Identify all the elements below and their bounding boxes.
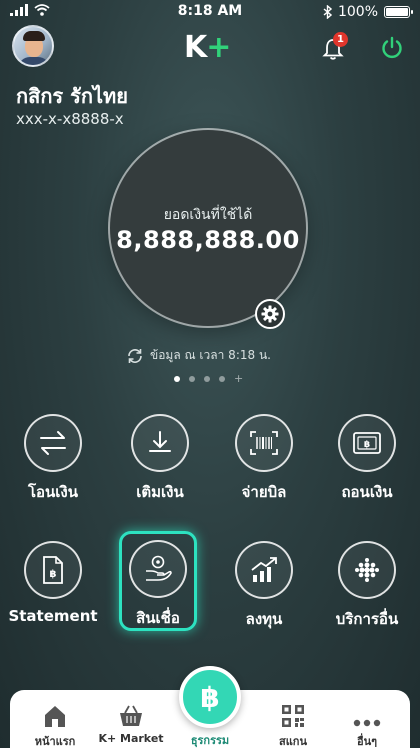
- nav-home-label: หน้าแรก: [34, 735, 76, 748]
- power-icon[interactable]: [380, 36, 404, 60]
- app-logo: K+: [184, 30, 231, 65]
- nav-market[interactable]: K+ Market: [96, 702, 166, 745]
- cash-icon: ฿: [353, 432, 381, 454]
- nav-scan-label: สแกน: [279, 735, 307, 748]
- menu-topup[interactable]: เติมเงิน: [110, 414, 210, 504]
- menu-invest[interactable]: ลงทุน: [214, 541, 314, 631]
- menu-topup-label: เติมเงิน: [136, 483, 184, 501]
- nav-more-label: อื่นๆ: [356, 735, 378, 748]
- battery-percent: 100%: [337, 4, 378, 20]
- svg-text:฿: ฿: [50, 569, 57, 580]
- dots-grid-icon: [355, 558, 379, 582]
- status-bar: 8:18 AM 100%: [0, 0, 420, 24]
- bluetooth-icon: [323, 5, 332, 19]
- nav-market-label: K+ Market: [98, 732, 164, 745]
- investment-chart-icon: [251, 557, 277, 582]
- document-icon: ฿: [43, 556, 63, 584]
- nav-transaction-label: ธุรกรรม: [190, 734, 230, 747]
- page-add[interactable]: +: [234, 373, 243, 384]
- nav-scan[interactable]: สแกน: [258, 702, 328, 748]
- battery-icon: [384, 6, 413, 18]
- menu-other-services[interactable]: บริการอื่น: [317, 541, 417, 631]
- nav-transaction-button[interactable]: ฿: [179, 666, 241, 728]
- svg-text:฿: ฿: [364, 440, 370, 450]
- avatar[interactable]: [12, 25, 54, 67]
- page-indicator: +: [174, 373, 243, 384]
- account-number: xxx-x-x8888-x: [16, 110, 124, 128]
- baht-coin-icon: ฿: [200, 681, 219, 714]
- download-icon: [149, 431, 171, 452]
- update-info: ข้อมูล ณ เวลา 8:18 น.: [126, 346, 271, 365]
- page-dot[interactable]: [204, 376, 210, 382]
- menu-invest-label: ลงทุน: [245, 610, 283, 628]
- balance-amount: 8,888,888.00: [116, 226, 300, 254]
- menu-transfer[interactable]: โอนเงิน: [3, 414, 103, 504]
- menu-loan[interactable]: สินเชื่อ: [119, 531, 197, 631]
- settings-button[interactable]: [255, 299, 285, 329]
- user-name: กสิกร รักไทย: [16, 84, 128, 108]
- refresh-icon[interactable]: [126, 347, 144, 365]
- balance-circle[interactable]: ยอดเงินที่ใช้ได้ 8,888,888.00: [110, 130, 306, 326]
- menu-withdraw-label: ถอนเงิน: [341, 483, 393, 501]
- menu-transfer-label: โอนเงิน: [27, 483, 79, 501]
- menu-other-services-label: บริการอื่น: [335, 610, 399, 628]
- menu-paybill-label: จ่ายบิล: [241, 483, 287, 501]
- notification-badge: 1: [333, 32, 348, 47]
- page-dot[interactable]: [174, 376, 180, 382]
- qr-code-icon: [282, 705, 304, 727]
- basket-icon: [120, 705, 142, 726]
- balance-label: ยอดเงินที่ใช้ได้: [163, 207, 253, 223]
- more-dots-icon: [353, 719, 381, 727]
- update-time-text: ข้อมูล ณ เวลา 8:18 น.: [150, 348, 271, 362]
- nav-more[interactable]: อื่นๆ: [332, 702, 402, 748]
- menu-statement-label: Statement: [8, 607, 98, 625]
- menu-paybill[interactable]: จ่ายบิล: [214, 414, 314, 504]
- barcode-icon: [250, 431, 278, 455]
- page-dot[interactable]: [219, 376, 225, 382]
- svg-text:฿: ฿: [200, 681, 219, 714]
- page-dot[interactable]: [189, 376, 195, 382]
- nav-home[interactable]: หน้าแรก: [20, 702, 90, 748]
- gear-icon: [261, 305, 279, 323]
- home-icon: [45, 706, 65, 727]
- menu-loan-label: สินเชื่อ: [136, 609, 180, 627]
- loan-hand-icon: [146, 555, 172, 581]
- menu-statement[interactable]: ฿ Statement: [3, 541, 103, 625]
- menu-withdraw[interactable]: ฿ ถอนเงิน: [317, 414, 417, 504]
- transfer-icon: [40, 431, 66, 455]
